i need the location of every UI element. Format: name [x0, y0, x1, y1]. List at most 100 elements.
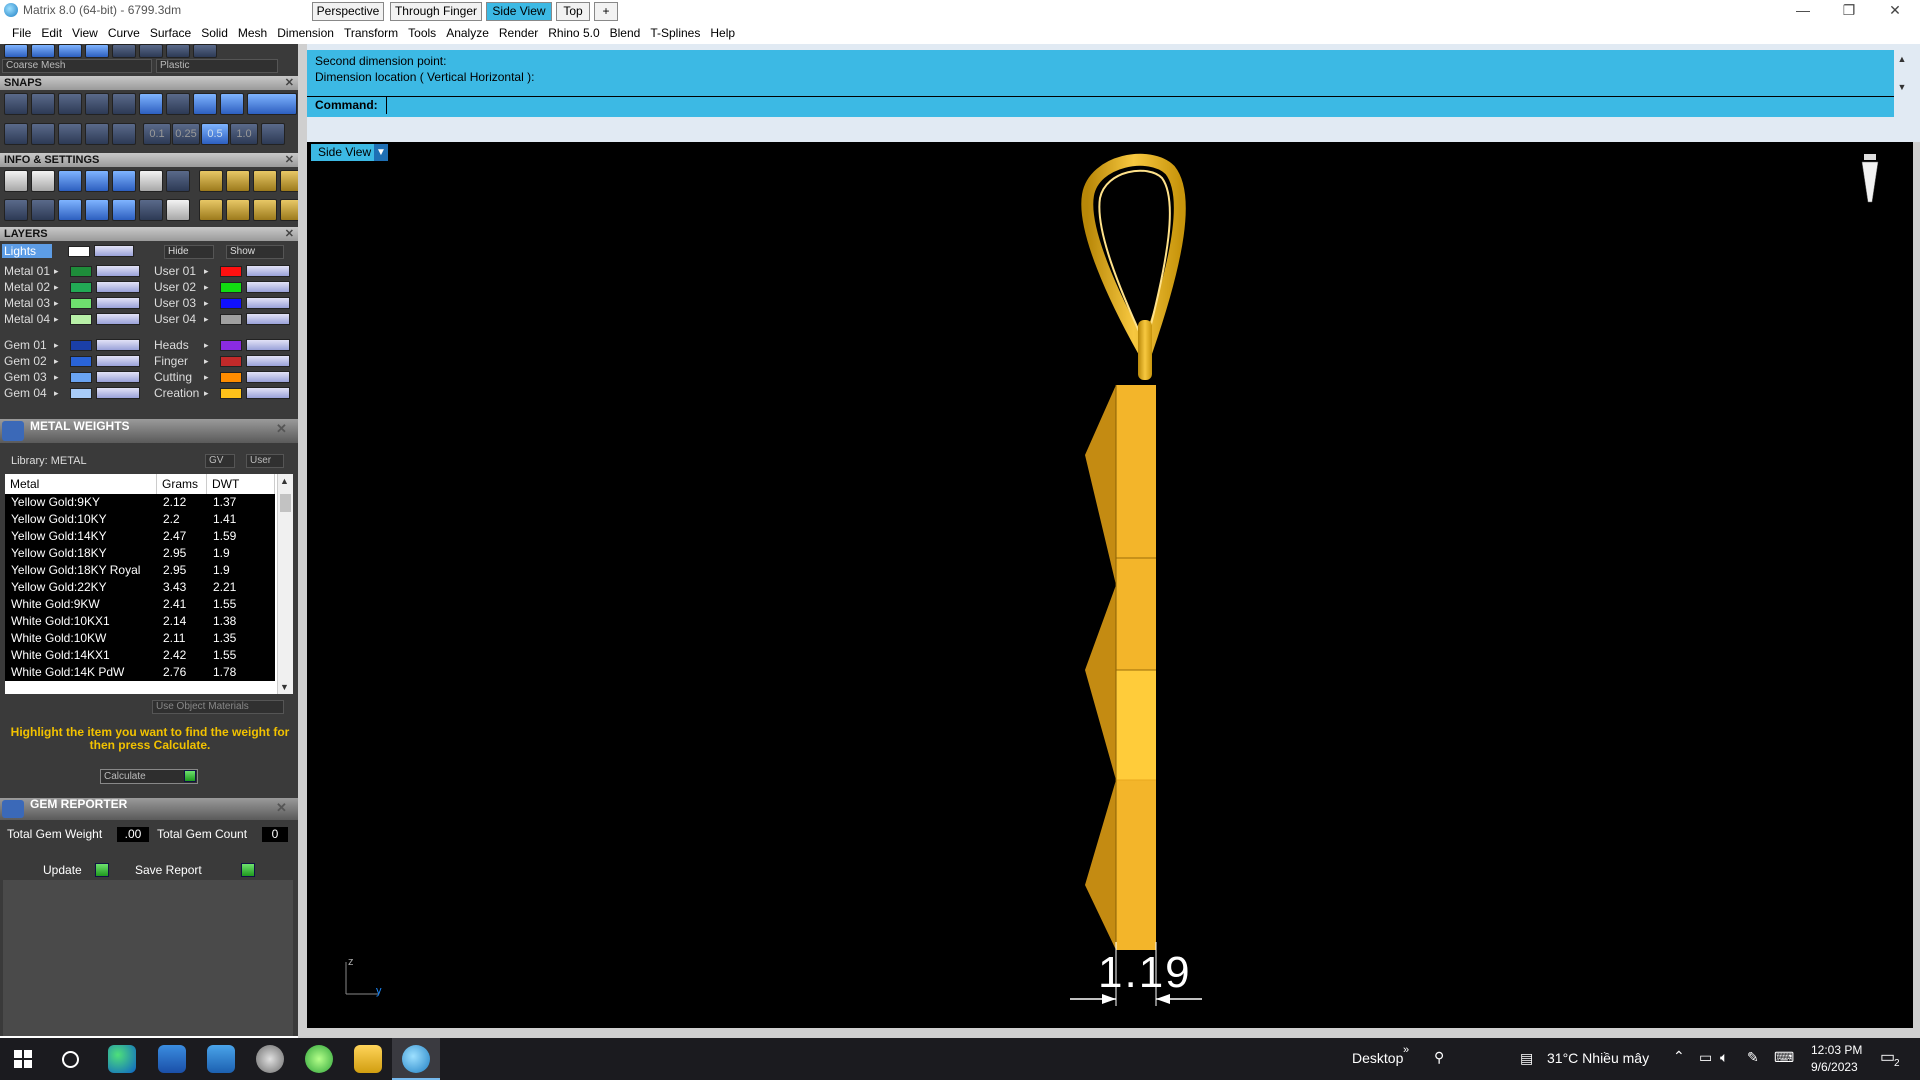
snap-end-icon[interactable] [4, 93, 28, 115]
left-layer-row[interactable]: Gem 03 ▸ [2, 370, 148, 384]
ortho-icon[interactable] [31, 123, 55, 145]
table-row[interactable]: Yellow Gold:14KY 2.47 1.59 [5, 528, 275, 545]
right-layer-row[interactable]: Creation ▸ [152, 386, 298, 400]
search-icon[interactable] [62, 1051, 79, 1068]
expand-icon[interactable]: ▸ [204, 264, 209, 278]
material-select[interactable]: Plastic [156, 59, 278, 73]
col-dwt[interactable]: DWT [207, 474, 275, 494]
layer-visibility-controls[interactable] [246, 265, 290, 277]
update-go-icon[interactable] [95, 863, 109, 877]
history-scrollbar[interactable]: ▲ ▼ [1895, 52, 1909, 94]
expand-icon[interactable]: ▸ [204, 280, 209, 294]
points-icon[interactable] [139, 199, 163, 221]
chevron-double-right-icon[interactable]: » [1403, 1044, 1409, 1056]
tab-side-view[interactable]: Side View [486, 2, 552, 21]
gumball-icon[interactable] [85, 123, 109, 145]
layer-visibility-controls[interactable] [246, 371, 290, 383]
layer-color-swatch[interactable] [70, 356, 92, 367]
snap-increment-0-1[interactable]: 0.1 [143, 123, 171, 145]
expand-icon[interactable]: ▸ [54, 312, 59, 326]
left-layer-row[interactable]: Metal 02 ▸ [2, 280, 148, 294]
snap-knot-icon[interactable] [247, 93, 297, 115]
stone-icon[interactable] [199, 199, 223, 221]
table-row[interactable]: Yellow Gold:9KY 2.12 1.37 [5, 494, 275, 511]
layer-color-swatch[interactable] [220, 372, 242, 383]
table-row[interactable]: Yellow Gold:18KY Royal 2.95 1.9 [5, 562, 275, 579]
save-report-button[interactable]: Save Report [135, 863, 202, 877]
table-row[interactable]: White Gold:14K PdW 2.76 1.78 [5, 664, 275, 681]
files-icon[interactable] [85, 170, 109, 192]
snap-perp-icon[interactable] [166, 93, 190, 115]
panel-splitter[interactable] [298, 44, 307, 1038]
layer-icon[interactable] [58, 170, 82, 192]
pen-icon[interactable]: ✎ [1747, 1049, 1759, 1066]
prong-icon[interactable] [226, 199, 250, 221]
layer-visibility-controls[interactable] [96, 387, 140, 399]
desktop-toolbar-label[interactable]: Desktop [1352, 1050, 1403, 1066]
layer-visibility-controls[interactable] [246, 387, 290, 399]
close-icon[interactable]: ✕ [276, 800, 287, 816]
left-layer-row[interactable]: Metal 01 ▸ [2, 264, 148, 278]
chevron-up-icon[interactable]: ⌃ [1673, 1048, 1685, 1065]
expand-icon[interactable]: ▸ [54, 264, 59, 278]
layer-color-swatch[interactable] [70, 340, 92, 351]
tab-top[interactable]: Top [556, 2, 590, 21]
layer-color-swatch[interactable] [220, 388, 242, 399]
layer-visibility-controls[interactable] [246, 313, 290, 325]
expand-icon[interactable]: ▸ [54, 280, 59, 294]
table-row[interactable]: White Gold:14KX1 2.42 1.55 [5, 647, 275, 664]
user-toggle[interactable]: User [246, 454, 284, 468]
matrix-app-taskbar-icon[interactable] [402, 1045, 430, 1073]
menu-analyze[interactable]: Analyze [441, 22, 494, 44]
layer-visibility-controls[interactable] [96, 339, 140, 351]
table-row[interactable]: White Gold:10KX1 2.14 1.38 [5, 613, 275, 630]
record-history-icon[interactable] [112, 123, 136, 145]
mesh-quality-select[interactable]: Coarse Mesh [2, 59, 152, 73]
layer-visibility-controls[interactable] [246, 297, 290, 309]
search-icon[interactable] [31, 170, 55, 192]
show-button[interactable]: Show [226, 245, 284, 259]
grid-icon[interactable] [261, 123, 285, 145]
close-button[interactable]: ✕ [1872, 0, 1918, 22]
layer-color-swatch[interactable] [220, 298, 242, 309]
menu-mesh[interactable]: Mesh [233, 22, 272, 44]
grid-snap-icon[interactable] [4, 123, 28, 145]
layer-visibility-controls[interactable] [96, 297, 140, 309]
scroll-down-icon[interactable]: ▼ [280, 682, 289, 692]
pave-icon[interactable] [253, 199, 277, 221]
viewport-menu-icon[interactable]: ▼ [374, 144, 388, 161]
expand-icon[interactable]: ▸ [54, 338, 59, 352]
news-icon[interactable]: ▤ [1520, 1050, 1533, 1067]
update-button[interactable]: Update [43, 863, 82, 877]
table-row[interactable]: Yellow Gold:22KY 3.43 2.21 [5, 579, 275, 596]
snap-quad-icon[interactable] [220, 93, 244, 115]
right-layer-row[interactable]: User 04 ▸ [152, 312, 298, 326]
layer-visibility-controls[interactable] [96, 265, 140, 277]
hide-button[interactable]: Hide [164, 245, 214, 259]
minimize-button[interactable]: — [1780, 0, 1826, 22]
scroll-thumb[interactable] [280, 494, 291, 512]
layer-color-swatch[interactable] [220, 356, 242, 367]
table-row[interactable]: White Gold:10KW 2.11 1.35 [5, 630, 275, 647]
expand-icon[interactable]: ▸ [54, 354, 59, 368]
menu-render[interactable]: Render [494, 22, 543, 44]
expand-icon[interactable]: ▸ [54, 386, 59, 400]
snap-increment-0-25[interactable]: 0.25 [172, 123, 200, 145]
expand-icon[interactable]: ▸ [204, 296, 209, 310]
layer-color-swatch[interactable] [220, 282, 242, 293]
rhino-icon[interactable] [256, 1045, 284, 1073]
snap-int-icon[interactable] [139, 93, 163, 115]
pendant-icon[interactable] [253, 170, 277, 192]
close-icon[interactable]: ✕ [285, 153, 294, 167]
layer-color-swatch[interactable] [70, 282, 92, 293]
settings-icon[interactable] [4, 170, 28, 192]
file-explorer-icon[interactable] [354, 1045, 382, 1073]
people-icon[interactable]: ⚲ [1434, 1049, 1444, 1066]
layer-color-swatch[interactable] [220, 340, 242, 351]
left-layer-row[interactable]: Metal 03 ▸ [2, 296, 148, 310]
menu-view[interactable]: View [67, 22, 103, 44]
layer-visibility-controls[interactable] [96, 371, 140, 383]
left-layer-row[interactable]: Gem 01 ▸ [2, 338, 148, 352]
table-row[interactable]: Yellow Gold:10KY 2.2 1.41 [5, 511, 275, 528]
menu-transform[interactable]: Transform [339, 22, 403, 44]
